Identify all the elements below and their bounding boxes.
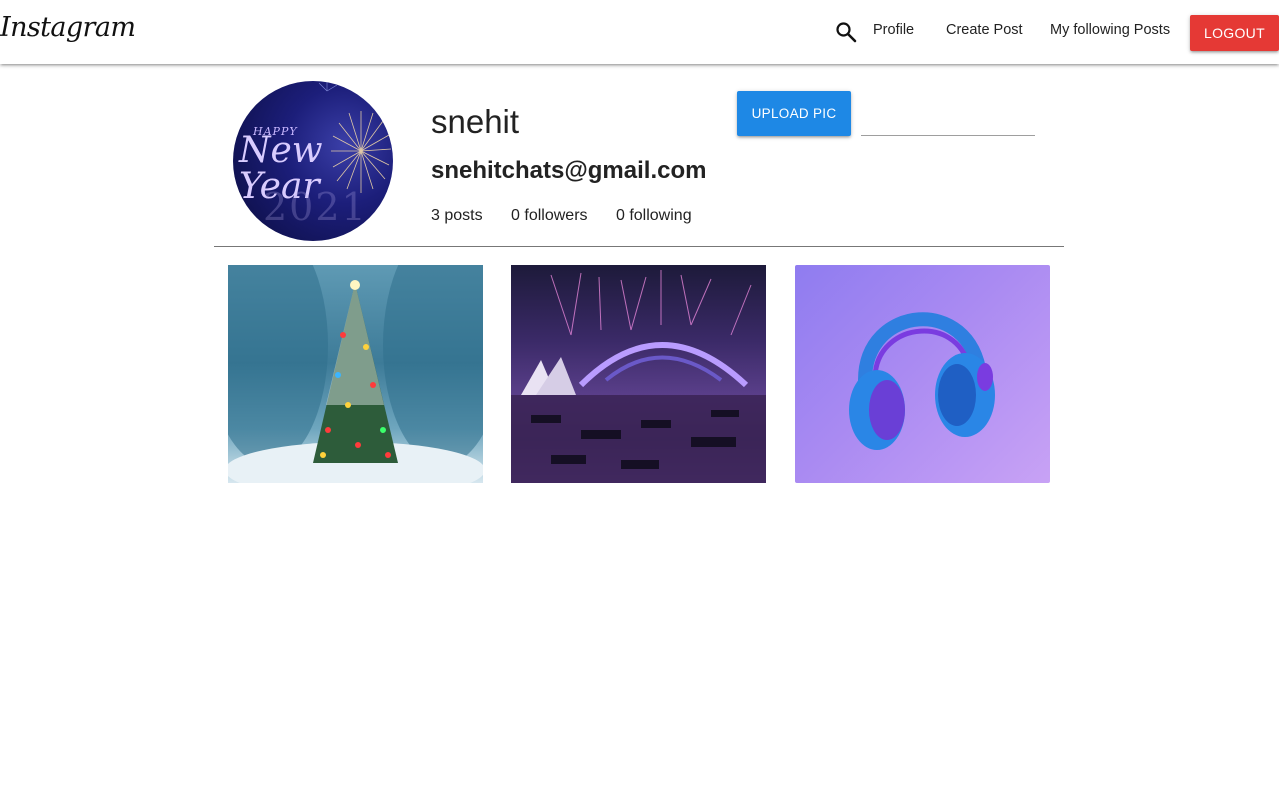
navbar: Instagram Profile Create Post My followi… xyxy=(0,0,1279,64)
profile-divider xyxy=(214,246,1064,247)
brand-logo[interactable]: Instagram xyxy=(0,12,136,43)
profile-stats: 3 posts 0 followers 0 following xyxy=(431,207,716,225)
avatar: HAPPY New Year 2021 xyxy=(233,81,393,241)
nav-link-following-posts[interactable]: My following Posts xyxy=(1050,22,1170,38)
search-icon[interactable] xyxy=(834,20,858,44)
harbour-fireworks-image xyxy=(511,270,766,483)
nav-link-profile[interactable]: Profile xyxy=(873,22,914,38)
gallery-post-harbour-fireworks[interactable] xyxy=(511,265,766,483)
stat-posts: 3 posts xyxy=(431,207,483,224)
file-path-input[interactable] xyxy=(861,108,1035,136)
profile-username: snehit xyxy=(431,103,520,140)
christmas-tree-image xyxy=(228,265,483,483)
nav-link-create-post[interactable]: Create Post xyxy=(946,22,1023,38)
profile-email: snehitchats@gmail.com xyxy=(431,157,707,184)
gallery-post-christmas-tree[interactable] xyxy=(228,265,483,483)
upload-pic-button[interactable]: UPLOAD PIC xyxy=(737,91,851,136)
logout-button[interactable]: LOGOUT xyxy=(1190,15,1279,51)
avatar-text-year: 2021 xyxy=(263,185,368,229)
stat-followers[interactable]: 0 followers xyxy=(511,207,587,224)
gallery-post-headphones[interactable] xyxy=(795,265,1050,483)
stat-following[interactable]: 0 following xyxy=(616,207,692,224)
headphones-image xyxy=(849,312,995,450)
